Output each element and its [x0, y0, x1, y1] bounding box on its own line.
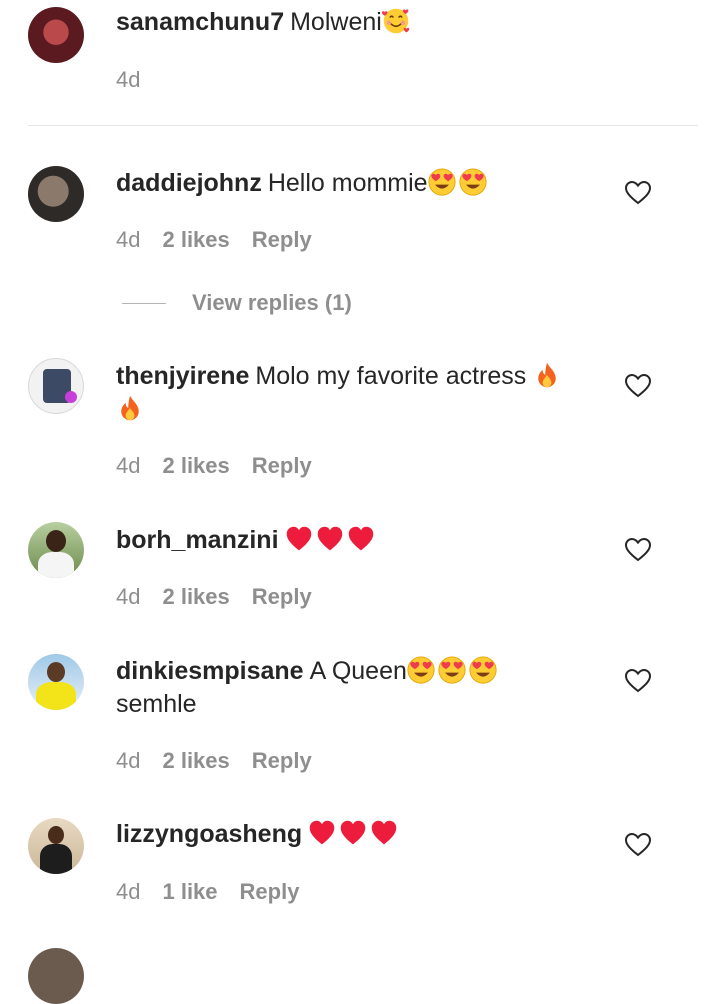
- red-heart-emoji: [347, 525, 375, 553]
- heart-eyes-emoji: [438, 656, 466, 684]
- reply-button[interactable]: Reply: [252, 453, 312, 478]
- comment-text: borh_manzini: [116, 524, 596, 557]
- comment-time: 4d: [116, 584, 141, 609]
- heart-eyes-emoji: [428, 168, 456, 196]
- red-heart-emoji: [370, 819, 398, 847]
- comment-text: sanamchunu7 Molweni: [116, 6, 596, 39]
- comment-body: Molo my favorite actress: [255, 362, 527, 390]
- likes-count[interactable]: 1 like: [162, 879, 217, 904]
- comment-meta: 4d: [116, 67, 162, 93]
- view-replies-label: View replies (1): [192, 290, 352, 315]
- username[interactable]: borh_manzini: [116, 526, 279, 554]
- username[interactable]: dinkiesmpisane: [116, 657, 304, 685]
- avatar[interactable]: [28, 522, 84, 578]
- reply-button[interactable]: Reply: [240, 879, 300, 904]
- smiling-face-with-hearts-emoji: [382, 7, 410, 35]
- heart-outline-icon[interactable]: [624, 668, 652, 694]
- avatar[interactable]: [28, 166, 84, 222]
- comment-time: 4d: [116, 227, 141, 252]
- comment-body: A Queen: [309, 657, 407, 685]
- reply-button[interactable]: Reply: [252, 584, 312, 609]
- heart-eyes-emoji: [459, 168, 487, 196]
- comment-meta: 4d 2 likes Reply: [116, 453, 312, 479]
- red-heart-emoji: [285, 525, 313, 553]
- likes-count[interactable]: 2 likes: [162, 227, 229, 252]
- comment-text: dinkiesmpisane A Queen semhle: [116, 655, 596, 721]
- heart-eyes-emoji: [469, 656, 497, 684]
- red-heart-emoji: [339, 819, 367, 847]
- avatar[interactable]: [28, 7, 84, 63]
- fire-emoji: [533, 361, 561, 389]
- heart-outline-icon[interactable]: [624, 832, 652, 858]
- username[interactable]: sanamchunu7: [116, 8, 284, 36]
- comment-body: Hello mommie: [267, 169, 428, 197]
- view-replies-line: [122, 302, 166, 304]
- username[interactable]: daddiejohnz: [116, 169, 262, 197]
- fire-emoji: [116, 394, 144, 422]
- avatar[interactable]: [28, 654, 84, 710]
- heart-outline-icon[interactable]: [624, 180, 652, 206]
- comment-meta: 4d 1 like Reply: [116, 879, 299, 905]
- comment-meta: 4d 2 likes Reply: [116, 227, 312, 253]
- comment-text: thenjyirene Molo my favorite actress: [116, 360, 596, 426]
- red-heart-emoji: [316, 525, 344, 553]
- comment-time: 4d: [116, 879, 141, 904]
- view-replies-button[interactable]: View replies (1): [122, 288, 352, 318]
- comment-body-continued: semhle: [116, 690, 197, 718]
- divider: [28, 125, 698, 126]
- likes-count[interactable]: 2 likes: [162, 748, 229, 773]
- red-heart-emoji: [308, 819, 336, 847]
- avatar-partial[interactable]: [28, 948, 84, 1004]
- reply-button[interactable]: Reply: [252, 748, 312, 773]
- comment-text: daddiejohnz Hello mommie: [116, 167, 596, 200]
- avatar[interactable]: [28, 358, 84, 414]
- comment-time: 4d: [116, 67, 141, 92]
- likes-count[interactable]: 2 likes: [162, 453, 229, 478]
- comment-body: Molweni: [290, 8, 382, 36]
- reply-button[interactable]: Reply: [252, 227, 312, 252]
- username[interactable]: thenjyirene: [116, 362, 249, 390]
- username[interactable]: lizzyngoasheng: [116, 820, 302, 848]
- comment-meta: 4d 2 likes Reply: [116, 748, 312, 774]
- heart-outline-icon[interactable]: [624, 373, 652, 399]
- comment-text: lizzyngoasheng: [116, 818, 596, 851]
- heart-outline-icon[interactable]: [624, 537, 652, 563]
- comment-time: 4d: [116, 748, 141, 773]
- comment-meta: 4d 2 likes Reply: [116, 584, 312, 610]
- comment-time: 4d: [116, 453, 141, 478]
- likes-count[interactable]: 2 likes: [162, 584, 229, 609]
- heart-eyes-emoji: [407, 656, 435, 684]
- avatar[interactable]: [28, 818, 84, 874]
